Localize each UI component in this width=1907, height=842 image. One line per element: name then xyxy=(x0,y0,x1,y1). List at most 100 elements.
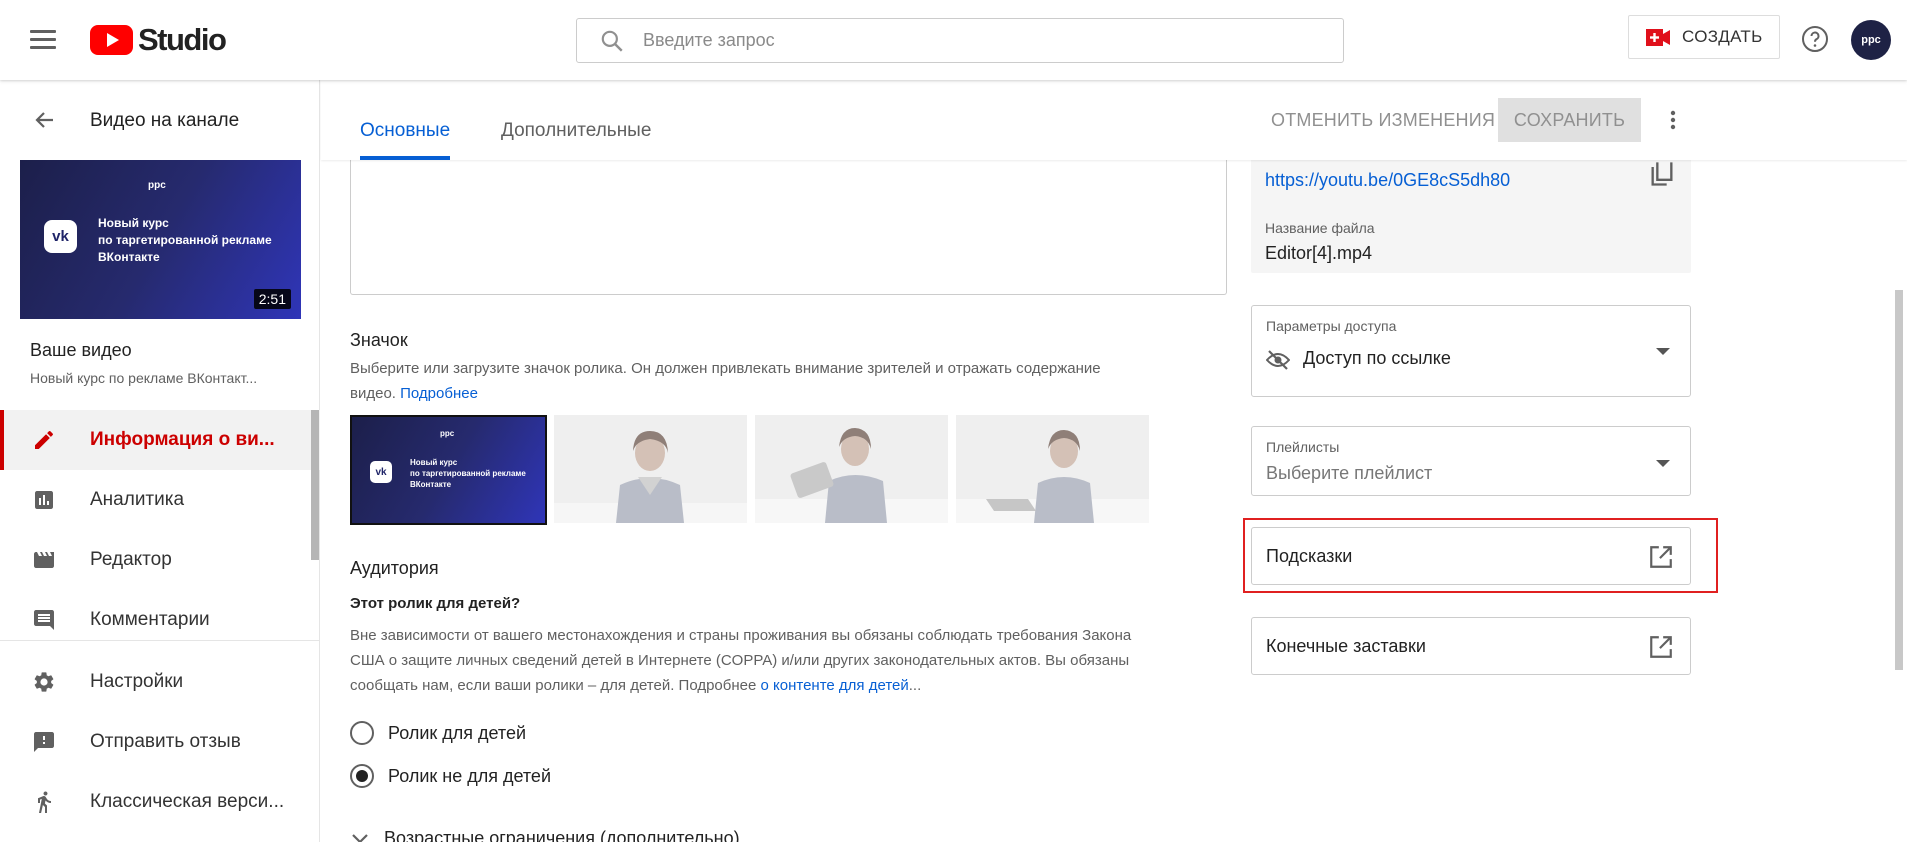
sidebar-item-analytics[interactable]: Аналитика xyxy=(0,470,320,530)
thumbnail-option-auto-3[interactable] xyxy=(956,415,1149,523)
thumbnail-brand: ррс xyxy=(148,180,166,191)
audience-text-line: сообщать нам, если ваши ролики – для дет… xyxy=(350,677,761,694)
sidebar-title: Видео на канале xyxy=(90,110,240,131)
back-arrow-icon[interactable] xyxy=(33,108,57,132)
sidebar-header: Видео на канале xyxy=(0,80,320,160)
playlist-label: Плейлисты xyxy=(1266,439,1340,455)
thumbnail-section-title: Значок xyxy=(350,330,408,350)
playlist-placeholder: Выберите плейлист xyxy=(1266,463,1433,483)
thumbnail-line: по таргетированной рекламе xyxy=(98,233,272,247)
video-duration: 2:51 xyxy=(253,289,291,309)
menu-icon[interactable] xyxy=(30,30,56,50)
youtube-play-icon xyxy=(90,25,133,55)
tab-active-indicator xyxy=(360,156,450,160)
ellipsis: ... xyxy=(908,677,922,694)
more-vert-icon[interactable] xyxy=(1661,108,1685,132)
vk-logo-icon: vk xyxy=(370,461,392,483)
thumbnail-option-selected[interactable]: ррс vk Новый курс по таргетированной рек… xyxy=(350,415,547,525)
logo-text: Studio xyxy=(138,22,227,57)
sidebar: Видео на канале ррс vk Новый курс по тар… xyxy=(0,80,320,842)
description-textarea[interactable] xyxy=(350,160,1227,295)
copy-icon[interactable] xyxy=(1647,160,1677,188)
thumbnail-photo-image xyxy=(956,415,1149,523)
search-box[interactable] xyxy=(576,18,1344,63)
eye-off-icon xyxy=(1266,350,1290,370)
analytics-icon xyxy=(35,491,53,509)
age-restriction-label: Возрастные ограничения (дополнительно) xyxy=(384,828,740,842)
video-info-card: https://youtu.be/0GE8cS5dh80 Название фа… xyxy=(1251,160,1691,273)
end-screens-label: Конечные заставки xyxy=(1266,636,1426,656)
help-icon[interactable] xyxy=(1801,25,1829,53)
playlist-dropdown[interactable]: Плейлисты Выберите плейлист xyxy=(1251,426,1691,496)
pencil-icon xyxy=(35,430,53,449)
audience-text: Вне зависимости от вашего местонахождени… xyxy=(350,623,1230,698)
sidebar-item-editor[interactable]: Редактор xyxy=(0,530,320,590)
thumbnail-more-link[interactable]: Подробнее xyxy=(400,385,478,402)
avatar[interactable]: ррс xyxy=(1851,20,1891,60)
save-button[interactable]: СОХРАНИТЬ xyxy=(1498,98,1641,142)
create-video-icon xyxy=(1646,28,1670,46)
sidebar-divider xyxy=(0,640,320,641)
video-title: Новый курс по рекламе ВКонтакт... xyxy=(30,370,258,386)
gear-icon xyxy=(34,672,54,692)
tabs-bar: Основные Дополнительные ОТМЕНИТЬ ИЗМЕНЕН… xyxy=(321,80,1907,160)
sidebar-item-feedback[interactable]: Отправить отзыв xyxy=(0,712,320,772)
search-input[interactable] xyxy=(643,30,1323,51)
chevron-down-icon xyxy=(352,833,368,842)
thumbnail-line: Новый курс xyxy=(410,458,458,467)
thumbnail-option-auto-1[interactable] xyxy=(554,415,747,523)
radio-not-for-kids[interactable]: Ролик не для детей xyxy=(350,764,551,788)
thumbnail-brand: ррс xyxy=(440,429,455,438)
thumbnail-text: Новый курс по таргетированной рекламе ВК… xyxy=(98,215,288,266)
video-link[interactable]: https://youtu.be/0GE8cS5dh80 xyxy=(1265,170,1510,191)
create-button[interactable]: СОЗДАТЬ xyxy=(1628,15,1780,59)
sidebar-item-settings[interactable]: Настройки xyxy=(0,652,320,712)
cards-label: Подсказки xyxy=(1266,546,1353,566)
audience-text-line: Вне зависимости от вашего местонахождени… xyxy=(350,627,1132,644)
radio-label: Ролик не для детей xyxy=(388,765,551,786)
dropdown-arrow-icon xyxy=(1656,348,1670,355)
sidebar-item-label: Настройки xyxy=(90,671,184,692)
visibility-label: Параметры доступа xyxy=(1266,318,1397,334)
radio-button[interactable] xyxy=(350,721,374,745)
tab-basic[interactable]: Основные xyxy=(360,120,450,142)
tab-advanced[interactable]: Дополнительные xyxy=(501,120,651,142)
thumbnail-text-line: Выберите или загрузите значок ролика. Он… xyxy=(350,360,1101,377)
create-label: СОЗДАТЬ xyxy=(1682,27,1763,46)
thumbnail-text-line: видео. xyxy=(350,385,396,402)
file-name-label: Название файла xyxy=(1265,220,1375,236)
page-scrollbar[interactable] xyxy=(1895,290,1903,670)
thumbnail-option-auto-2[interactable] xyxy=(755,415,948,523)
visibility-value: Доступ по ссылке xyxy=(1303,348,1451,368)
sidebar-nav: Информация о ви... Аналитика Редактор Ко… xyxy=(0,410,320,650)
sidebar-item-label: Классическая верси... xyxy=(90,791,285,812)
thumbnail-photo-image xyxy=(755,415,948,523)
sidebar-item-comments[interactable]: Комментарии xyxy=(0,590,320,650)
sidebar-item-label: Комментарии xyxy=(90,609,210,630)
open-in-new-icon xyxy=(1650,546,1672,568)
thumbnail-line: по таргетированной рекламе xyxy=(410,469,526,478)
cards-button[interactable]: Подсказки xyxy=(1251,527,1691,585)
sidebar-scrollbar[interactable] xyxy=(311,410,319,560)
discard-changes-button[interactable]: ОТМЕНИТЬ ИЗМЕНЕНИЯ xyxy=(1271,110,1495,131)
radio-made-for-kids[interactable]: Ролик для детей xyxy=(350,721,526,745)
thumbnail-line: ВКонтакте xyxy=(410,480,452,489)
comments-icon xyxy=(34,610,54,630)
radio-button-checked[interactable] xyxy=(350,764,374,788)
vk-logo-icon: vk xyxy=(44,220,77,253)
sidebar-item-details[interactable]: Информация о ви... xyxy=(0,410,320,470)
exit-icon xyxy=(38,791,51,813)
search-icon xyxy=(601,30,623,52)
feedback-icon xyxy=(34,732,54,752)
thumbnail-line: Новый курс xyxy=(98,216,169,230)
age-restriction-expander[interactable]: Возрастные ограничения (дополнительно) xyxy=(350,828,740,842)
editor-clapper-icon xyxy=(34,552,54,568)
sidebar-item-classic[interactable]: Классическая верси... xyxy=(0,772,320,832)
end-screens-button[interactable]: Конечные заставки xyxy=(1251,617,1691,675)
kids-content-link[interactable]: о контенте для детей xyxy=(761,677,909,694)
video-thumbnail[interactable]: ррс vk Новый курс по таргетированной рек… xyxy=(20,160,301,319)
visibility-dropdown[interactable]: Параметры доступа Доступ по ссылке xyxy=(1251,305,1691,397)
audience-text-line: США о защите личных сведений детей в Инт… xyxy=(350,652,1130,669)
youtube-studio-logo[interactable]: Studio xyxy=(90,22,227,57)
audience-question: Этот ролик для детей? xyxy=(350,595,521,612)
